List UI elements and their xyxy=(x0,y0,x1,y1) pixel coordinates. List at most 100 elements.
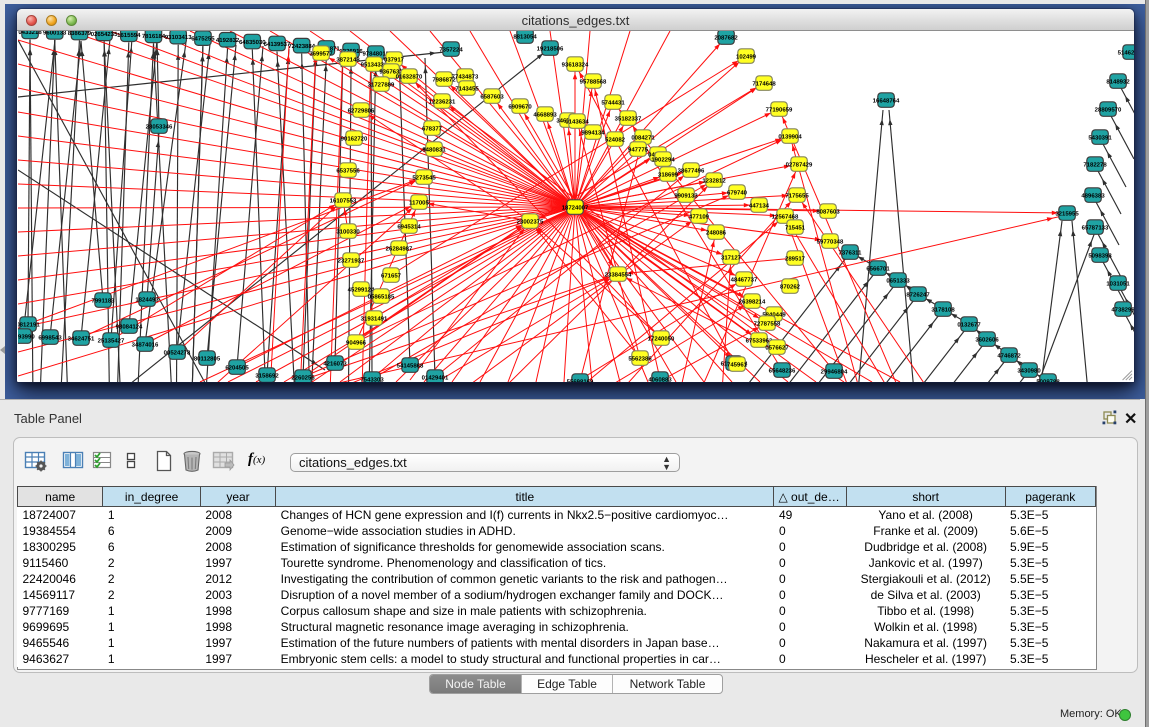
svg-text:7357224: 7357224 xyxy=(439,47,463,54)
svg-text:0812191: 0812191 xyxy=(18,322,40,329)
svg-text:0084271: 0084271 xyxy=(631,135,655,142)
svg-text:0576627: 0576627 xyxy=(765,345,789,352)
svg-text:524082: 524082 xyxy=(605,137,626,144)
svg-text:6193990: 6193990 xyxy=(18,334,35,341)
svg-text:5273545: 5273545 xyxy=(412,175,436,182)
svg-text:671657: 671657 xyxy=(381,273,402,280)
svg-text:8386379: 8386379 xyxy=(68,31,92,37)
svg-text:870262: 870262 xyxy=(780,284,801,291)
svg-text:7543303: 7543303 xyxy=(360,377,384,383)
svg-text:00524278: 00524278 xyxy=(164,350,191,357)
svg-text:5430391: 5430391 xyxy=(1088,135,1112,142)
svg-text:317127: 317127 xyxy=(721,255,742,262)
svg-text:23002375: 23002375 xyxy=(517,219,544,226)
svg-text:26398214: 26398214 xyxy=(739,299,766,306)
svg-text:947775: 947775 xyxy=(628,147,649,154)
svg-text:117005: 117005 xyxy=(409,200,429,207)
svg-text:9480831: 9480831 xyxy=(422,147,446,154)
svg-text:34624751: 34624751 xyxy=(68,336,95,343)
svg-text:31931491: 31931491 xyxy=(361,316,388,323)
svg-text:1615594: 1615594 xyxy=(117,32,141,39)
svg-text:62729806: 62729806 xyxy=(348,108,375,115)
svg-text:29946804: 29946804 xyxy=(821,369,848,376)
svg-text:904966: 904966 xyxy=(346,340,367,347)
svg-text:318699: 318699 xyxy=(658,172,679,179)
svg-text:5098393: 5098393 xyxy=(1088,253,1112,260)
svg-text:7175655: 7175655 xyxy=(785,193,809,200)
svg-text:02654235: 02654235 xyxy=(91,31,118,38)
svg-text:19218506: 19218506 xyxy=(537,46,564,53)
svg-text:64835030: 64835030 xyxy=(239,39,266,46)
svg-text:95788568: 95788568 xyxy=(580,79,607,86)
svg-text:1824493: 1824493 xyxy=(135,297,159,304)
svg-text:8087603: 8087603 xyxy=(816,209,840,216)
svg-text:77190659: 77190659 xyxy=(766,107,793,114)
svg-text:55698169: 55698169 xyxy=(567,379,594,383)
svg-text:6204505: 6204505 xyxy=(225,365,249,372)
svg-text:1902294: 1902294 xyxy=(651,157,675,164)
svg-text:35182337: 35182337 xyxy=(615,116,642,123)
svg-text:4192832: 4192832 xyxy=(216,37,240,44)
svg-text:3872148: 3872148 xyxy=(336,57,360,64)
svg-text:6587603: 6587603 xyxy=(480,94,504,101)
svg-text:16648764: 16648764 xyxy=(873,98,900,105)
svg-text:31727889: 31727889 xyxy=(368,82,395,89)
svg-text:6909670: 6909670 xyxy=(508,104,532,111)
svg-text:26284987: 26284987 xyxy=(386,246,413,253)
svg-text:5562386: 5562386 xyxy=(628,356,652,363)
svg-text:0143634: 0143634 xyxy=(565,119,589,126)
svg-text:3430980: 3430980 xyxy=(1017,368,1041,375)
svg-text:447134: 447134 xyxy=(749,203,770,210)
svg-text:037917: 037917 xyxy=(384,57,405,64)
svg-text:98084124: 98084124 xyxy=(116,324,143,331)
svg-text:8813054: 8813054 xyxy=(513,34,537,41)
svg-text:3178108: 3178108 xyxy=(931,307,955,314)
svg-text:4668893: 4668893 xyxy=(533,112,557,119)
svg-text:16107553: 16107553 xyxy=(330,198,357,205)
svg-text:12236231: 12236231 xyxy=(429,99,456,106)
svg-text:477109: 477109 xyxy=(689,214,710,221)
svg-text:6566701: 6566701 xyxy=(866,266,890,273)
svg-text:01429401: 01429401 xyxy=(422,375,449,382)
svg-text:0651333: 0651333 xyxy=(886,278,910,285)
svg-text:1232812: 1232812 xyxy=(702,178,726,185)
svg-text:80112805: 80112805 xyxy=(194,356,221,363)
svg-text:7182278: 7182278 xyxy=(1083,162,1107,169)
svg-text:28809570: 28809570 xyxy=(1095,107,1122,114)
svg-text:59770348: 59770348 xyxy=(817,239,844,246)
svg-text:72423884: 72423884 xyxy=(288,43,315,50)
svg-text:3602606: 3602606 xyxy=(975,337,999,344)
svg-text:715451: 715451 xyxy=(785,225,806,232)
svg-text:6475255: 6475255 xyxy=(191,36,215,43)
svg-text:34874016: 34874016 xyxy=(132,342,159,349)
svg-text:2087682: 2087682 xyxy=(714,35,738,42)
svg-text:9600133: 9600133 xyxy=(43,31,67,36)
svg-text:4216073: 4216073 xyxy=(323,361,347,368)
svg-text:18724007: 18724007 xyxy=(562,205,589,212)
svg-text:0132677: 0132677 xyxy=(957,322,981,329)
svg-text:3158692: 3158692 xyxy=(255,373,279,380)
svg-text:3215955: 3215955 xyxy=(1055,211,1079,218)
svg-text:0433218: 0433218 xyxy=(18,31,42,36)
svg-text:28053346: 28053346 xyxy=(146,124,173,131)
svg-text:65648236: 65648236 xyxy=(769,368,796,375)
svg-text:8148932: 8148932 xyxy=(1106,79,1130,86)
svg-text:02787429: 02787429 xyxy=(786,162,813,169)
svg-text:2260256: 2260256 xyxy=(291,375,315,382)
svg-text:17240050: 17240050 xyxy=(648,336,675,343)
svg-text:05865185: 05865185 xyxy=(368,294,395,301)
svg-text:38677496: 38677496 xyxy=(678,168,705,175)
svg-text:9894134: 9894134 xyxy=(581,130,605,137)
svg-text:4896383: 4896383 xyxy=(1081,193,1105,200)
svg-text:54145868: 54145868 xyxy=(397,363,424,370)
svg-text:4738299: 4738299 xyxy=(1111,307,1134,314)
svg-text:6998543: 6998543 xyxy=(38,335,62,342)
svg-text:90162720: 90162720 xyxy=(341,136,368,143)
svg-text:6537556: 6537556 xyxy=(336,168,360,175)
svg-text:9909133: 9909133 xyxy=(674,193,698,200)
svg-text:4746872: 4746872 xyxy=(997,353,1021,360)
svg-text:23271937: 23271937 xyxy=(338,258,365,265)
svg-text:45299124: 45299124 xyxy=(348,287,375,294)
svg-text:01632870: 01632870 xyxy=(396,74,423,81)
svg-text:6945314: 6945314 xyxy=(397,224,421,231)
